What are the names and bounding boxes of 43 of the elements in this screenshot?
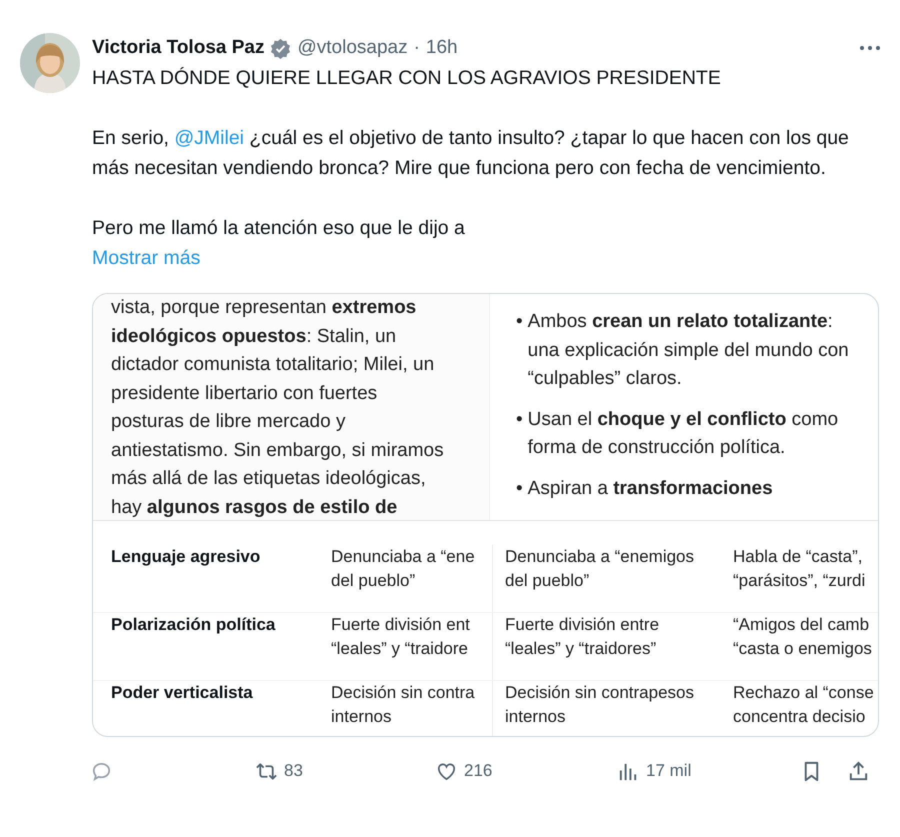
bullet-line: una explicación simple del mundo con: [528, 338, 849, 362]
share-button[interactable]: [847, 760, 870, 782]
tweet-paragraph: HASTA DÓNDE QUIERE LLEGAR CON LOS AGRAVIOS PRESIDENTE: [92, 66, 722, 91]
bullet-line: Ambos crean un relato totalizante:: [528, 310, 834, 334]
excerpt-line: vista, porque representan extremos: [111, 296, 418, 320]
table-cell-text: Fuerte división entre “leales” y “traidores”: [504, 614, 660, 660]
author-name[interactable]: Victoria Tolosa Paz: [92, 37, 264, 59]
share-icon: [847, 760, 870, 782]
row-label: Poder verticalista: [110, 682, 254, 704]
attached-image[interactable]: [92, 293, 879, 737]
row-label: Lenguaje agresivo: [110, 546, 262, 568]
retweet-button[interactable]: 83: [255, 760, 435, 782]
table-cell: Fuerte división ent “leales” y “traidore: [331, 613, 493, 680]
views-button[interactable]: 17 mil: [617, 760, 800, 782]
table-cell: Decisión sin contra internos: [331, 681, 493, 736]
table-cell-text: Decisión sin contrapesos internos: [504, 682, 695, 728]
bullet-line: Usan el choque y el conflicto como: [528, 408, 838, 432]
excerpt-line: posturas de libre mercado y: [111, 410, 346, 434]
bullet-line: “culpables” claros.: [528, 367, 683, 391]
tweet-paragraph: Pero me llamó la atención eso que le dijo a: [92, 216, 466, 241]
excerpt-line: dictador comunista totalitario; Milei, un: [111, 353, 436, 377]
table-cell: Denunciaba a “ene del pueblo”: [331, 545, 493, 612]
like-button[interactable]: 216: [435, 760, 617, 782]
bullet-mark: •: [516, 310, 523, 334]
table-cell-text: Rechazo al “conse concentra decisio: [732, 682, 875, 728]
bullet-line: forma de construcción política.: [528, 436, 786, 460]
row-label: Polarización política: [110, 614, 276, 636]
bullet-line: Aspiran a transformaciones: [528, 476, 773, 500]
author-handle[interactable]: @vtolosapaz: [297, 37, 408, 59]
bullet-mark: •: [516, 408, 523, 432]
excerpt-line: antiestatismo. Sin embargo, si miramos: [111, 438, 445, 462]
excerpt-line: hay algunos rasgos de estilo de: [111, 496, 398, 520]
table-cell-text: Denunciaba a “enemigos del pueblo”: [504, 546, 696, 592]
timestamp[interactable]: 16h: [426, 37, 458, 59]
tweet-paragraph: En serio, @JMilei ¿cuál es el objetivo de tanto insulto? ¿tapar lo que hacen con los que más necesitan vendiendo bronca? Mire que funciona pero con fecha de vencimiento.: [92, 126, 850, 181]
separator-dot: ·: [414, 37, 420, 59]
excerpt-line: ideológicos opuestos: Stalin, un: [111, 324, 398, 348]
excerpt-line: presidente libertario con fuertes: [111, 382, 378, 406]
table-cell-text: “Amigos del camb “casta o enemigos: [732, 614, 873, 660]
excerpt-line: más allá de las etiquetas ideológicas,: [111, 467, 427, 491]
bullet-mark: •: [516, 476, 523, 500]
table-cell-text: Habla de “casta”, “parásitos”, “zurdi: [732, 546, 866, 592]
more-icon[interactable]: [858, 43, 882, 53]
